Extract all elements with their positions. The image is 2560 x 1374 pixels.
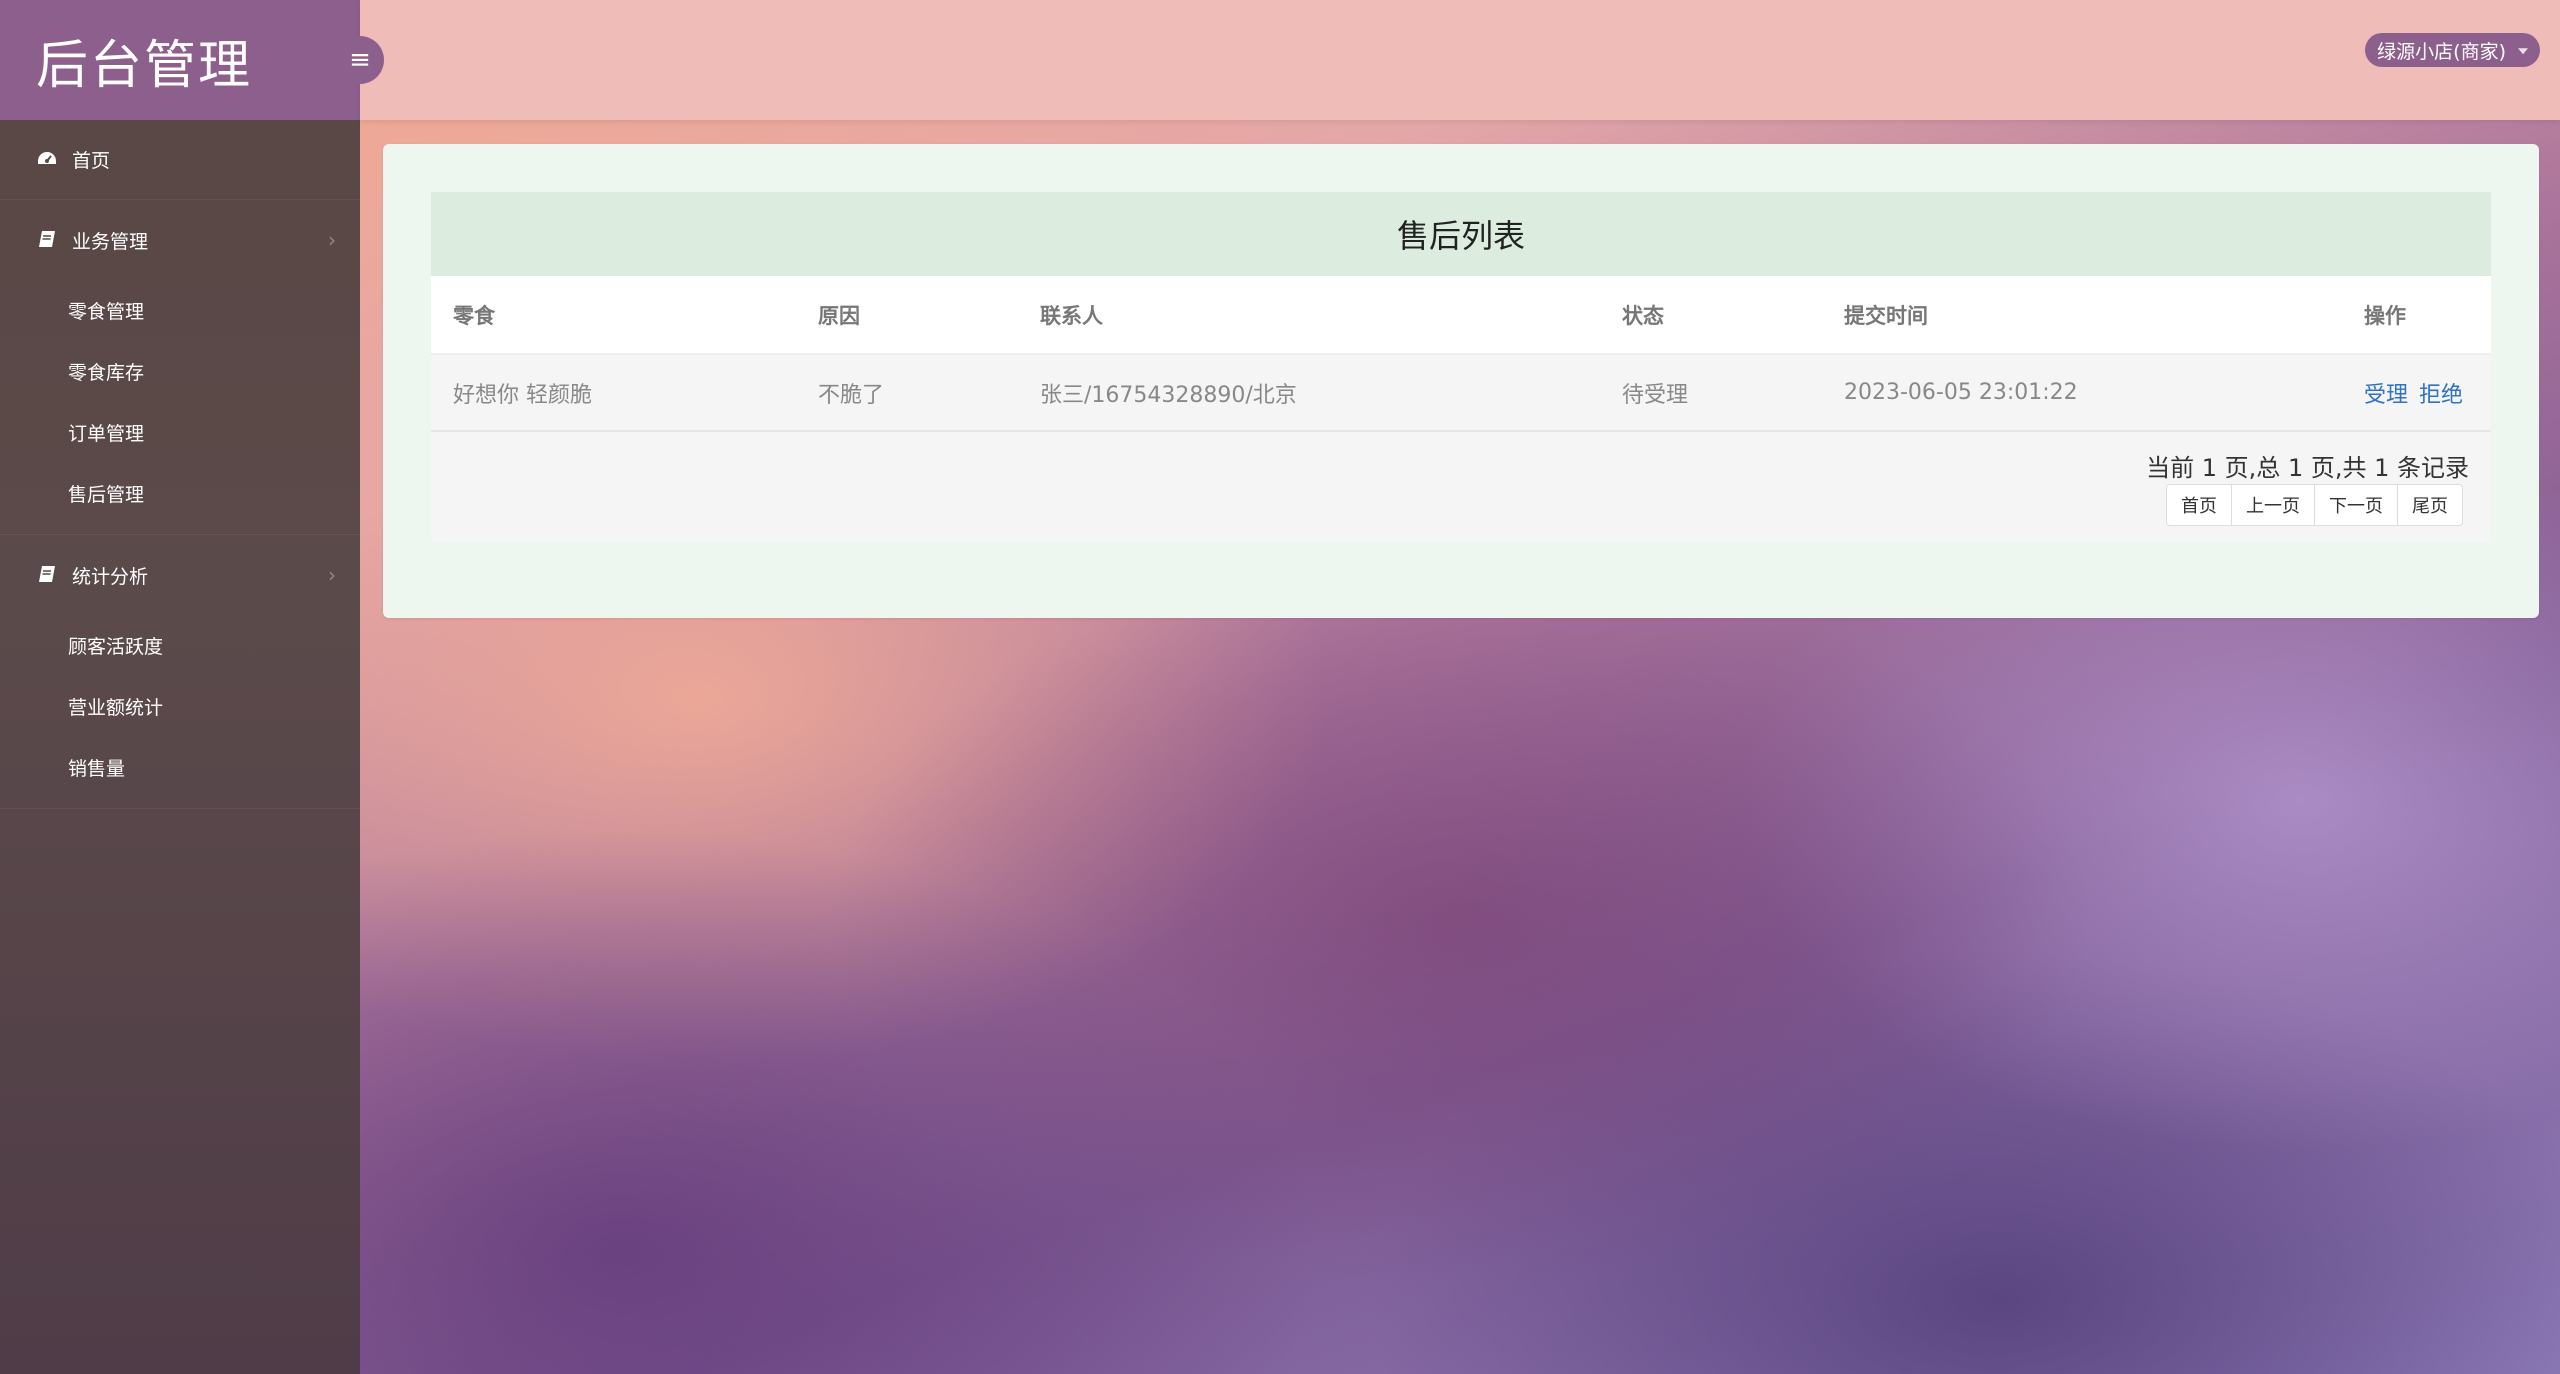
column-header-reason: 原因 [796, 276, 1018, 355]
after-sales-list: 售后列表 零食 原因 联系人 状态 提交时间 操作 好想你 轻颜脆 不脆了 张三… [431, 192, 2491, 542]
app-title: 后台管理 [36, 35, 253, 96]
cell-reason: 不脆了 [796, 354, 1018, 432]
pagination-summary: 当前 1 页,总 1 页,共 1 条记录 [2146, 454, 2469, 482]
chevron-right-icon: › [328, 228, 336, 252]
cell-food: 好想你 轻颜脆 [431, 354, 796, 432]
column-header-contact: 联系人 [1018, 276, 1600, 355]
sidebar-item-snack-stock[interactable]: 零食库存 [0, 341, 360, 402]
table-row: 好想你 轻颜脆 不脆了 张三/16754328890/北京 待受理 2023-0… [431, 354, 2491, 432]
cell-status: 待受理 [1600, 354, 1822, 432]
user-label: 绿源小店(商家) [2377, 40, 2506, 63]
book-icon [36, 229, 58, 251]
sidebar-submenu-statistics: 顾客活跃度 营业额统计 销售量 [0, 615, 360, 809]
chevron-right-icon: › [328, 563, 336, 587]
sidebar-group-statistics[interactable]: 统计分析 › [0, 535, 360, 615]
sidebar-group-label: 业务管理 [72, 230, 149, 253]
sidebar-item-customer-activity[interactable]: 顾客活跃度 [0, 615, 360, 676]
sidebar-toggle-button[interactable]: ≡ [336, 36, 384, 84]
caret-down-icon [2518, 48, 2528, 55]
sidebar-group-business[interactable]: 业务管理 › [0, 200, 360, 280]
column-header-time: 提交时间 [1822, 276, 2342, 355]
sidebar-item-snack-manage[interactable]: 零食管理 [0, 280, 360, 341]
accept-link[interactable]: 受理 [2364, 383, 2408, 408]
sidebar-item-sales-volume[interactable]: 销售量 [0, 737, 360, 798]
sidebar-item-after-sales[interactable]: 售后管理 [0, 463, 360, 524]
sidebar-nav: 首页 业务管理 › 零食管理 零食库存 订单管理 售后管理 统计分析 › 顾客活… [0, 120, 360, 809]
cell-contact: 张三/16754328890/北京 [1018, 354, 1600, 432]
list-title: 售后列表 [431, 192, 2491, 276]
after-sales-table: 零食 原因 联系人 状态 提交时间 操作 好想你 轻颜脆 不脆了 张三/1675… [431, 276, 2491, 432]
menu-icon: ≡ [349, 45, 371, 75]
next-page-button[interactable]: 下一页 [2314, 484, 2398, 526]
sidebar-item-orders[interactable]: 订单管理 [0, 402, 360, 463]
column-header-actions: 操作 [2342, 276, 2491, 355]
column-header-food: 零食 [431, 276, 796, 355]
sidebar-item-label: 首页 [72, 150, 111, 172]
brand: 后台管理 [0, 0, 360, 120]
user-menu-dropdown[interactable]: 绿源小店(商家) [2365, 33, 2540, 67]
pagination: 当前 1 页,总 1 页,共 1 条记录 首页 上一页 下一页 尾页 [431, 432, 2491, 542]
sidebar-item-home[interactable]: 首页 [0, 120, 360, 200]
reject-link[interactable]: 拒绝 [2419, 383, 2463, 408]
prev-page-button[interactable]: 上一页 [2231, 484, 2315, 526]
sidebar-group-label: 统计分析 [72, 565, 149, 588]
cell-actions: 受理 拒绝 [2342, 354, 2491, 432]
main-panel: 售后列表 零食 原因 联系人 状态 提交时间 操作 好想你 轻颜脆 不脆了 张三… [383, 144, 2539, 618]
column-header-status: 状态 [1600, 276, 1822, 355]
table-header-row: 零食 原因 联系人 状态 提交时间 操作 [431, 276, 2491, 355]
pagination-buttons: 首页 上一页 下一页 尾页 [2166, 484, 2463, 526]
first-page-button[interactable]: 首页 [2166, 484, 2232, 526]
sidebar-submenu-business: 零食管理 零食库存 订单管理 售后管理 [0, 280, 360, 535]
dashboard-icon [36, 149, 58, 171]
book-icon [36, 564, 58, 586]
sidebar-item-revenue-stats[interactable]: 营业额统计 [0, 676, 360, 737]
cell-time: 2023-06-05 23:01:22 [1822, 354, 2342, 432]
last-page-button[interactable]: 尾页 [2397, 484, 2463, 526]
top-bar: 绿源小店(商家) [360, 0, 2560, 120]
sidebar: 后台管理 首页 业务管理 › 零食管理 零食库存 订单管理 售后管理 统计分析 … [0, 0, 360, 1374]
